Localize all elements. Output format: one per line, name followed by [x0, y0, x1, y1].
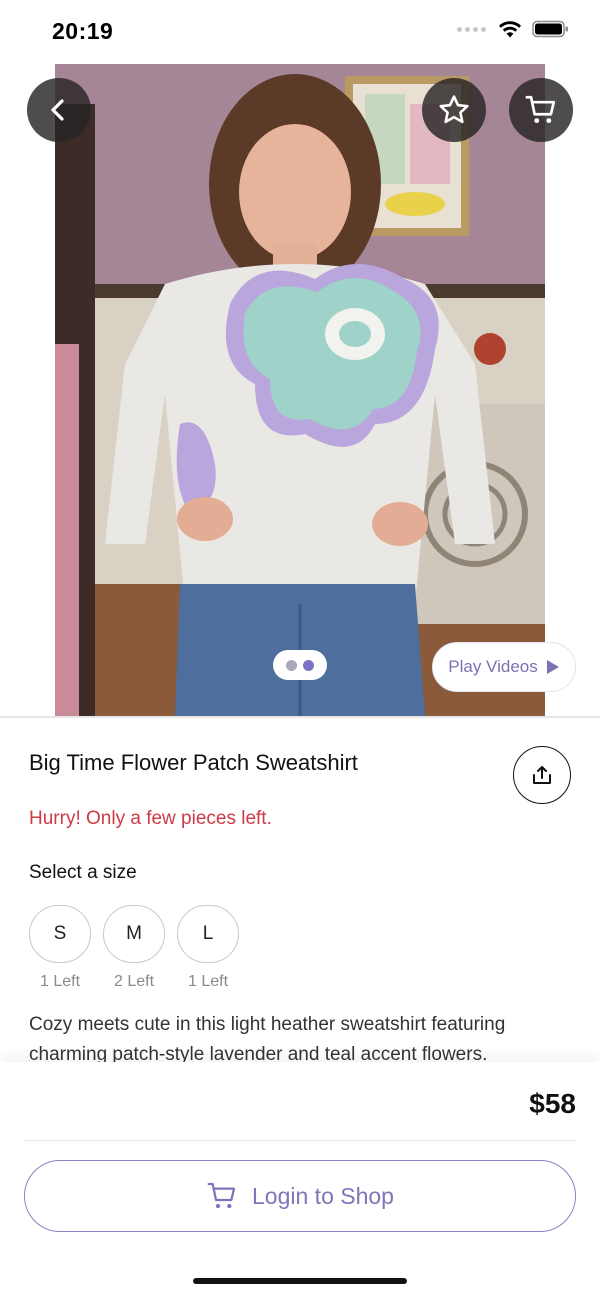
- cart-icon: [525, 95, 556, 124]
- size-option-s[interactable]: S 1 Left: [29, 905, 91, 991]
- product-photo[interactable]: [55, 64, 545, 716]
- product-media[interactable]: Play Videos: [0, 64, 600, 716]
- status-time: 20:19: [52, 18, 114, 44]
- carousel-dot-active[interactable]: [303, 659, 314, 671]
- product-description: Cozy meets cute in this light heather sw…: [29, 1014, 506, 1064]
- login-to-shop-label: Login to Shop: [252, 1182, 394, 1209]
- product-price: $58: [529, 1088, 576, 1119]
- product-image: [55, 64, 545, 716]
- share-icon: [533, 766, 551, 784]
- panel-divider: [24, 1140, 576, 1141]
- size-button[interactable]: M: [103, 905, 165, 963]
- media-divider: [0, 716, 600, 718]
- battery-icon: [532, 20, 568, 38]
- play-videos-button[interactable]: Play Videos: [432, 642, 576, 692]
- size-button[interactable]: L: [177, 905, 239, 963]
- stock-warning: Hurry! Only a few pieces left.: [29, 808, 272, 829]
- size-stock: 1 Left: [39, 973, 81, 990]
- size-prompt: Select a size: [29, 862, 137, 883]
- share-button[interactable]: [513, 746, 571, 804]
- star-icon: [439, 95, 469, 124]
- cart-icon: [207, 1182, 236, 1209]
- product-title: Big Time Flower Patch Sweatshirt: [29, 750, 358, 775]
- size-button[interactable]: S: [29, 905, 91, 963]
- back-chevron-icon: [51, 99, 64, 121]
- size-option-m[interactable]: M 2 Left: [103, 905, 165, 991]
- bottom-action-panel: $58 Login to Shop: [0, 1062, 600, 1299]
- play-icon: [546, 660, 559, 674]
- carousel-indicator[interactable]: [273, 650, 327, 680]
- signal-icon: [457, 26, 486, 32]
- size-option-l[interactable]: L 1 Left: [177, 905, 239, 991]
- size-stock: 2 Left: [113, 973, 155, 990]
- carousel-dot[interactable]: [286, 659, 297, 671]
- play-videos-label: Play Videos: [448, 657, 538, 676]
- size-selector: S 1 Left M 2 Left L 1 Left: [29, 905, 239, 991]
- favorite-button[interactable]: [422, 78, 486, 142]
- login-to-shop-button[interactable]: Login to Shop: [24, 1160, 576, 1232]
- home-indicator[interactable]: [193, 1278, 407, 1284]
- cart-button[interactable]: [509, 78, 573, 142]
- back-button[interactable]: [27, 78, 91, 142]
- status-bar: 20:19: [0, 0, 600, 64]
- wifi-icon: [499, 21, 521, 38]
- status-icons: [457, 20, 570, 38]
- size-stock: 1 Left: [187, 973, 229, 990]
